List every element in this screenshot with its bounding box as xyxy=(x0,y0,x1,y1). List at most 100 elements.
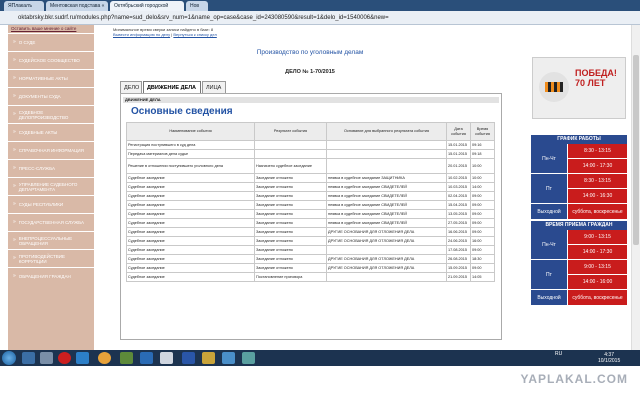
schedule-row: Пн-Чт 9:00 - 13:15 14:00 - 17:30 xyxy=(531,230,627,260)
table-cell: 17.08.2015 xyxy=(446,245,471,255)
schedule-row: Пн-Чт 8:30 - 13:15 14:00 - 17:30 xyxy=(531,144,627,174)
bullet-icon: » xyxy=(13,273,16,279)
table-cell: Регистрация поступившего в суд дела xyxy=(126,140,255,150)
folder-icon[interactable] xyxy=(202,352,215,364)
table-cell: Постановление приговора xyxy=(254,272,327,282)
tab-persons[interactable]: ЛИЦА xyxy=(202,81,226,93)
browser-tab-yaplakal[interactable]: ЯПлакалъ xyxy=(4,1,44,11)
nav-item-label: ВНЕПРОЦЕССУАЛЬНЫЕ ОБРАЩЕНИЯ xyxy=(18,235,73,246)
table-cell xyxy=(326,158,447,174)
table-cell: 10.03.2015 xyxy=(446,182,471,192)
schedule-time: 14:00 - 17:30 xyxy=(567,245,627,260)
browser-tab-new[interactable]: Нов xyxy=(186,1,208,11)
table-cell: ДРУГИЕ ОСНОВАНИЯ ДЛЯ ОТЛОЖЕНИЯ ДЕЛА xyxy=(326,263,447,273)
nav-item-label: УПРАВЛЕНИЕ СУДЕБНОГО ДЕПАРТАМЕНТА xyxy=(18,181,78,192)
chrome-icon[interactable] xyxy=(98,352,111,364)
table-row: Судебное заседание Постановление приговор… xyxy=(126,272,495,282)
table-cell: Судебное заседание xyxy=(126,218,255,228)
left-navigation: Оставить ваше мнение о сайте » О СУДЕ» СУД… xyxy=(8,25,94,350)
nav-item[interactable]: » СУДЫ РЕСПУБЛИКИ xyxy=(8,195,94,213)
table-cell: 21.09.2015 xyxy=(446,272,471,282)
table-cell: ДРУГИЕ ОСНОВАНИЯ ДЛЯ ОТЛОЖЕНИЯ ДЕЛА xyxy=(326,236,447,246)
schedule-time: 14:00 - 16:30 xyxy=(567,189,627,204)
bullet-icon: » xyxy=(13,237,16,243)
table-cell: 09:18 xyxy=(470,149,495,159)
table-cell: Заседание отложено xyxy=(254,254,327,264)
nav-item[interactable]: » ПРОТИВОДЕЙСТВИЕ КОРРУПЦИИ xyxy=(8,249,94,267)
explorer-icon[interactable] xyxy=(22,352,35,364)
nav-item[interactable]: » ГОСУДАРСТВЕННАЯ СЛУЖБА xyxy=(8,213,94,231)
table-cell: 16:00 xyxy=(470,236,495,246)
column-header: Наименование события xyxy=(126,122,255,141)
game-icon[interactable] xyxy=(120,352,133,364)
tab-case[interactable]: ДЕЛО xyxy=(120,81,142,93)
panel-header: ДВИЖЕНИЕ ДЕЛА xyxy=(123,97,499,103)
schedule-row: Пт 8:30 - 13:15 14:00 - 16:30 xyxy=(531,174,627,204)
panel-title: Основные сведения xyxy=(131,106,233,117)
nav-item[interactable]: » ОБРАЩЕНИЯ ГРАЖДАН xyxy=(8,267,94,285)
nav-item-label: СУДЫ РЕСПУБЛИКИ xyxy=(18,202,64,207)
scrollbar-thumb[interactable] xyxy=(633,55,639,245)
browser-tab-mentovskaya[interactable]: Ментовская подстава « xyxy=(46,1,108,11)
bullet-icon: » xyxy=(13,147,16,153)
opera-icon[interactable] xyxy=(58,352,71,364)
page-scrollbar[interactable] xyxy=(631,25,640,350)
feedback-link[interactable]: Оставить ваше мнение о сайте xyxy=(8,25,94,33)
nav-item[interactable]: » СУДЕЙСКОЕ СООБЩЕСТВО xyxy=(8,51,94,69)
table-row: Судебное заседание Заседание отложено ДРУГ… xyxy=(126,254,495,264)
nav-item-label: СУДЕБНЫЕ АКТЫ xyxy=(18,130,58,135)
table-cell: Заседание отложено xyxy=(254,218,327,228)
tool-icon[interactable] xyxy=(222,352,235,364)
table-cell xyxy=(326,272,447,282)
nav-item[interactable]: » ВНЕПРОЦЕССУАЛЬНЫЕ ОБРАЩЕНИЯ xyxy=(8,231,94,249)
table-cell: 24.06.2015 xyxy=(446,236,471,246)
start-button-icon[interactable] xyxy=(2,351,16,365)
table-row: Судебное заседание Заседание отложено неяв… xyxy=(126,218,495,228)
case-title: ДЕЛО № 1-70/2015 xyxy=(285,69,335,75)
url-field[interactable]: oktabrsky.bkr.sudrf.ru/modules.php?name=… xyxy=(18,13,538,23)
schedule-time: суббота, воскресенье xyxy=(567,204,627,220)
photo-icon[interactable] xyxy=(160,352,173,364)
nav-item-label: СУДЕБНОЕ ДЕЛОПРОИЗВОДСТВО xyxy=(18,109,69,120)
table-cell: Заседание отложено xyxy=(254,209,327,219)
table-cell: 15.01.2015 xyxy=(446,149,471,159)
table-cell: 15.09.2015 xyxy=(446,263,471,273)
nav-item-label: ПРЕСС-СЛУЖБА xyxy=(18,166,55,171)
tab-case-movement[interactable]: ДВИЖЕНИЕ ДЕЛА xyxy=(143,81,201,93)
back-to-list-link[interactable]: Вернуться к списку дел xyxy=(173,32,216,37)
nav-item[interactable]: » ПРЕСС-СЛУЖБА xyxy=(8,159,94,177)
table-cell: 18:30 xyxy=(470,254,495,264)
nav-item[interactable]: » СУДЕБНОЕ ДЕЛОПРОИЗВОДСТВО xyxy=(8,105,94,123)
skype-icon[interactable] xyxy=(76,352,89,364)
table-cell xyxy=(326,245,447,255)
case-info-link[interactable]: Вывести информацию по делу xyxy=(113,32,170,37)
nav-item[interactable]: » СПРАВОЧНАЯ ИНФОРМАЦИЯ xyxy=(8,141,94,159)
app-icon[interactable] xyxy=(140,352,153,364)
word-icon[interactable] xyxy=(182,352,195,364)
table-cell: Судебное заседание xyxy=(126,173,255,183)
star-app-icon[interactable] xyxy=(242,352,255,364)
schedule-time: 14:00 - 16:00 xyxy=(567,275,627,290)
media-icon[interactable] xyxy=(40,352,53,364)
table-row: Судебное заседание Заседание отложено неяв… xyxy=(126,209,495,219)
language-indicator[interactable]: RU xyxy=(555,351,562,357)
reception-title: ВРЕМЯ ПРИЕМА ГРАЖДАН xyxy=(531,221,627,230)
table-cell: неявка в судебное заседание СВИДЕТЕЛЕЙ xyxy=(326,182,447,192)
nav-item[interactable]: » ДОКУМЕНТЫ СУДА xyxy=(8,87,94,105)
table-cell: 10:00 xyxy=(470,158,495,174)
victory-banner[interactable]: ПОБЕДА! 70 ЛЕТ xyxy=(532,57,626,119)
table-cell: 14:00 xyxy=(470,182,495,192)
table-cell: 26.08.2015 xyxy=(446,254,471,264)
nav-item[interactable]: » СУДЕБНЫЕ АКТЫ xyxy=(8,123,94,141)
table-cell: 09:00 xyxy=(470,200,495,210)
system-clock[interactable]: 4:37 10/1/2015 xyxy=(598,352,620,364)
nav-item[interactable]: » О СУДЕ xyxy=(8,33,94,51)
browser-tab-court[interactable]: Октябрьский городской xyxy=(110,1,184,11)
watermark-text: YAPLAKAL.COM xyxy=(520,372,628,386)
table-cell: 09:00 xyxy=(470,209,495,219)
nav-item[interactable]: » НОРМАТИВНЫЕ АКТЫ xyxy=(8,69,94,87)
table-row: Судебное заседание Заседание отложено ДРУГ… xyxy=(126,236,495,246)
nav-item[interactable]: » УПРАВЛЕНИЕ СУДЕБНОГО ДЕПАРТАМЕНТА xyxy=(8,177,94,195)
table-cell: Судебное заседание xyxy=(126,245,255,255)
schedule-day: Выходной xyxy=(531,204,567,220)
